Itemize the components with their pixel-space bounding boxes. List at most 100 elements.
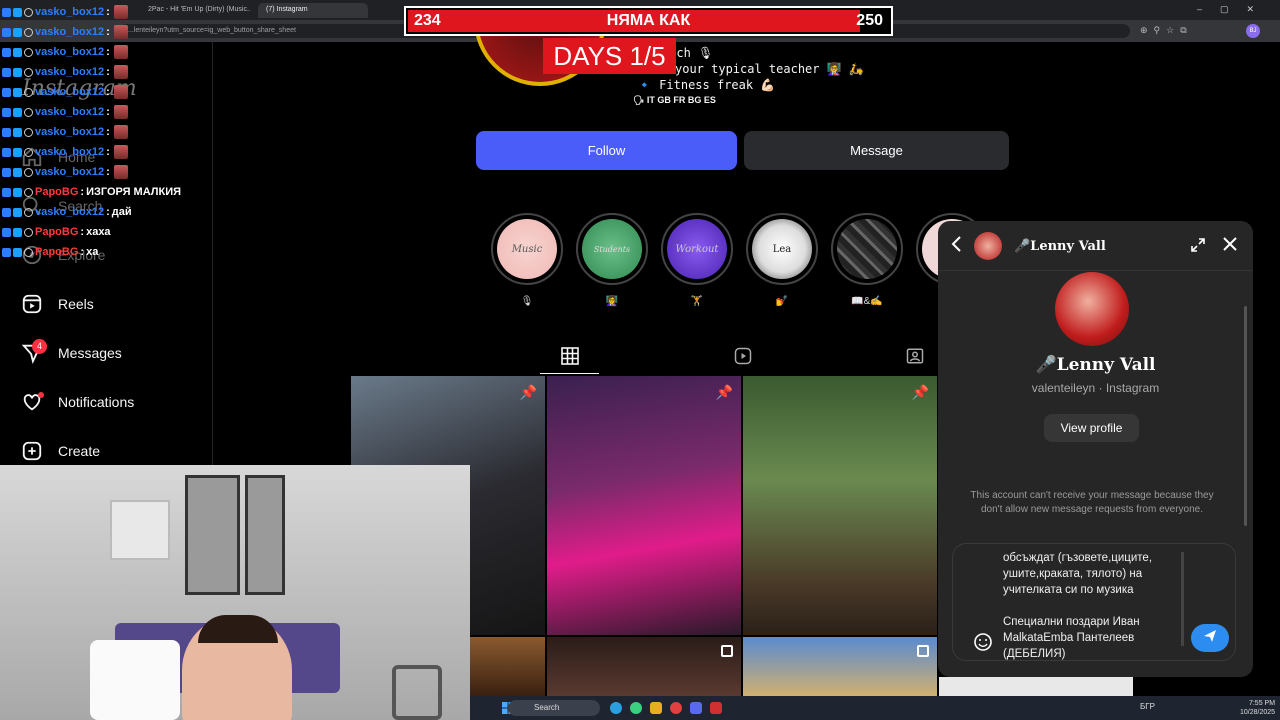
badge-icon <box>13 27 22 37</box>
app-icon[interactable] <box>670 702 682 714</box>
post-thumbnail[interactable] <box>470 637 545 696</box>
message-button[interactable]: Message <box>744 131 1009 170</box>
tab-tagged[interactable] <box>900 343 930 373</box>
dm-message-input[interactable]: обсъждат (гъзовете,циците, ушите,краката… <box>952 543 1236 661</box>
chat-username[interactable]: PapoBG <box>35 186 78 198</box>
post-thumbnail[interactable] <box>939 677 1133 696</box>
sidebar-item-label: Messages <box>58 345 122 361</box>
browser-profile-avatar[interactable]: BJ <box>1246 24 1260 38</box>
sidebar-item-notifications[interactable]: Notifications <box>20 387 134 417</box>
wall-panel <box>185 475 240 595</box>
post-thumbnail[interactable]: 📌 <box>743 376 937 635</box>
chat-username[interactable]: PapoBG <box>35 226 78 238</box>
clock-time: 7:55 PM <box>1248 700 1276 707</box>
chat-separator: : <box>106 126 110 138</box>
sidebar-item-label: Notifications <box>58 394 135 410</box>
browser-action-icons[interactable]: ⊕⚲☆⧉ <box>1140 25 1193 36</box>
chat-message: vasko_box12: <box>2 82 212 102</box>
tab-instagram[interactable]: (7) Instagram <box>258 3 368 18</box>
system-tray-language[interactable]: БГР <box>1140 702 1155 711</box>
chat-username[interactable]: vasko_box12 <box>35 106 104 118</box>
chat-username[interactable]: vasko_box12 <box>35 66 104 78</box>
chat-separator: : <box>106 66 110 78</box>
emote-icon <box>113 145 128 159</box>
dm-profile-avatar[interactable] <box>1055 272 1129 346</box>
bio-languages: 🗣 IT GB FR BG ES <box>633 95 716 105</box>
plus-icon <box>20 439 44 463</box>
badge-icon <box>13 167 22 177</box>
messenger-icon: 4 <box>20 339 47 365</box>
chat-message: vasko_box12: <box>2 62 212 82</box>
highlight-lea[interactable]: Lea <box>746 213 818 285</box>
window-controls[interactable]: –▢✕ <box>1197 4 1272 15</box>
dm-scrollbar[interactable] <box>1244 306 1247 526</box>
chat-username[interactable]: vasko_box12 <box>35 46 104 58</box>
chat-separator: : <box>106 206 110 218</box>
emoji-icon[interactable] <box>973 632 993 652</box>
emote-icon <box>113 25 128 39</box>
highlight-workout[interactable]: Workout <box>661 213 733 285</box>
dm-header-avatar[interactable] <box>974 232 1002 260</box>
highlight-students[interactable]: Students <box>576 213 648 285</box>
platform-icon <box>2 127 11 137</box>
taskbar-clock[interactable]: 7:55 PM 10/28/2025 <box>1240 699 1275 717</box>
post-thumbnail[interactable] <box>743 637 937 696</box>
platform-icon <box>2 67 11 77</box>
app-icon[interactable] <box>690 702 702 714</box>
chat-separator: : <box>106 86 110 98</box>
follow-button[interactable]: Follow <box>476 131 737 170</box>
reels-icon <box>20 292 44 316</box>
carousel-icon <box>721 645 733 657</box>
app-icon[interactable] <box>710 702 722 714</box>
highlight-music[interactable]: Music <box>491 213 563 285</box>
chat-username[interactable]: vasko_box12 <box>35 86 104 98</box>
headphones-icon <box>24 207 33 217</box>
chat-username[interactable]: PapoBG <box>35 246 78 258</box>
chat-username[interactable]: vasko_box12 <box>35 146 104 158</box>
send-button[interactable] <box>1191 624 1229 652</box>
chat-username[interactable]: vasko_box12 <box>35 6 104 18</box>
headphones-icon <box>24 167 33 177</box>
active-tab-indicator <box>540 373 599 374</box>
goal-target: 250 <box>856 12 883 29</box>
input-scrollbar[interactable] <box>1181 552 1184 646</box>
post-thumbnail[interactable] <box>547 637 741 696</box>
chat-text: ха <box>86 246 99 258</box>
chat-separator: : <box>106 146 110 158</box>
send-icon <box>1202 628 1218 649</box>
platform-icon <box>2 47 11 57</box>
sidebar-item-messages[interactable]: 4 Messages <box>20 338 122 368</box>
tab-posts[interactable] <box>555 343 585 373</box>
dm-draft-text[interactable]: обсъждат (гъзовете,циците, ушите,краката… <box>1003 550 1173 662</box>
tab-reels[interactable] <box>728 343 758 373</box>
highlight-label: 💅 <box>775 296 789 307</box>
tagged-icon <box>906 347 924 370</box>
platform-icon <box>2 167 11 177</box>
platform-icon <box>2 247 11 257</box>
app-icon[interactable] <box>630 702 642 714</box>
emote-icon <box>113 85 128 99</box>
headphones-icon <box>24 7 33 17</box>
taskbar-search[interactable]: Search <box>508 700 600 716</box>
platform-icon <box>2 207 11 217</box>
app-icon[interactable] <box>610 702 622 714</box>
chat-text: ИЗГОРЯ МАЛКИЯ <box>86 186 182 198</box>
post-thumbnail[interactable]: 📌 <box>547 376 741 635</box>
sidebar-item-reels[interactable]: Reels <box>20 289 94 319</box>
badge-icon <box>13 227 22 237</box>
app-icon[interactable] <box>650 702 662 714</box>
chat-username[interactable]: vasko_box12 <box>35 126 104 138</box>
back-icon[interactable] <box>950 235 964 258</box>
chat-message: vasko_box12: <box>2 162 212 182</box>
close-icon[interactable] <box>1222 236 1238 257</box>
expand-icon[interactable] <box>1190 237 1206 258</box>
view-profile-button[interactable]: View profile <box>1044 414 1139 442</box>
dm-header-name[interactable]: 🎤Lenny Vall <box>1014 239 1106 254</box>
sidebar-item-label: Create <box>58 443 101 459</box>
chat-username[interactable]: vasko_box12 <box>35 26 104 38</box>
chat-message: vasko_box12: <box>2 142 212 162</box>
sidebar-item-create[interactable]: Create <box>20 436 100 466</box>
chat-username[interactable]: vasko_box12 <box>35 166 104 178</box>
highlight-collage[interactable] <box>831 213 903 285</box>
chat-username[interactable]: vasko_box12 <box>35 206 104 218</box>
